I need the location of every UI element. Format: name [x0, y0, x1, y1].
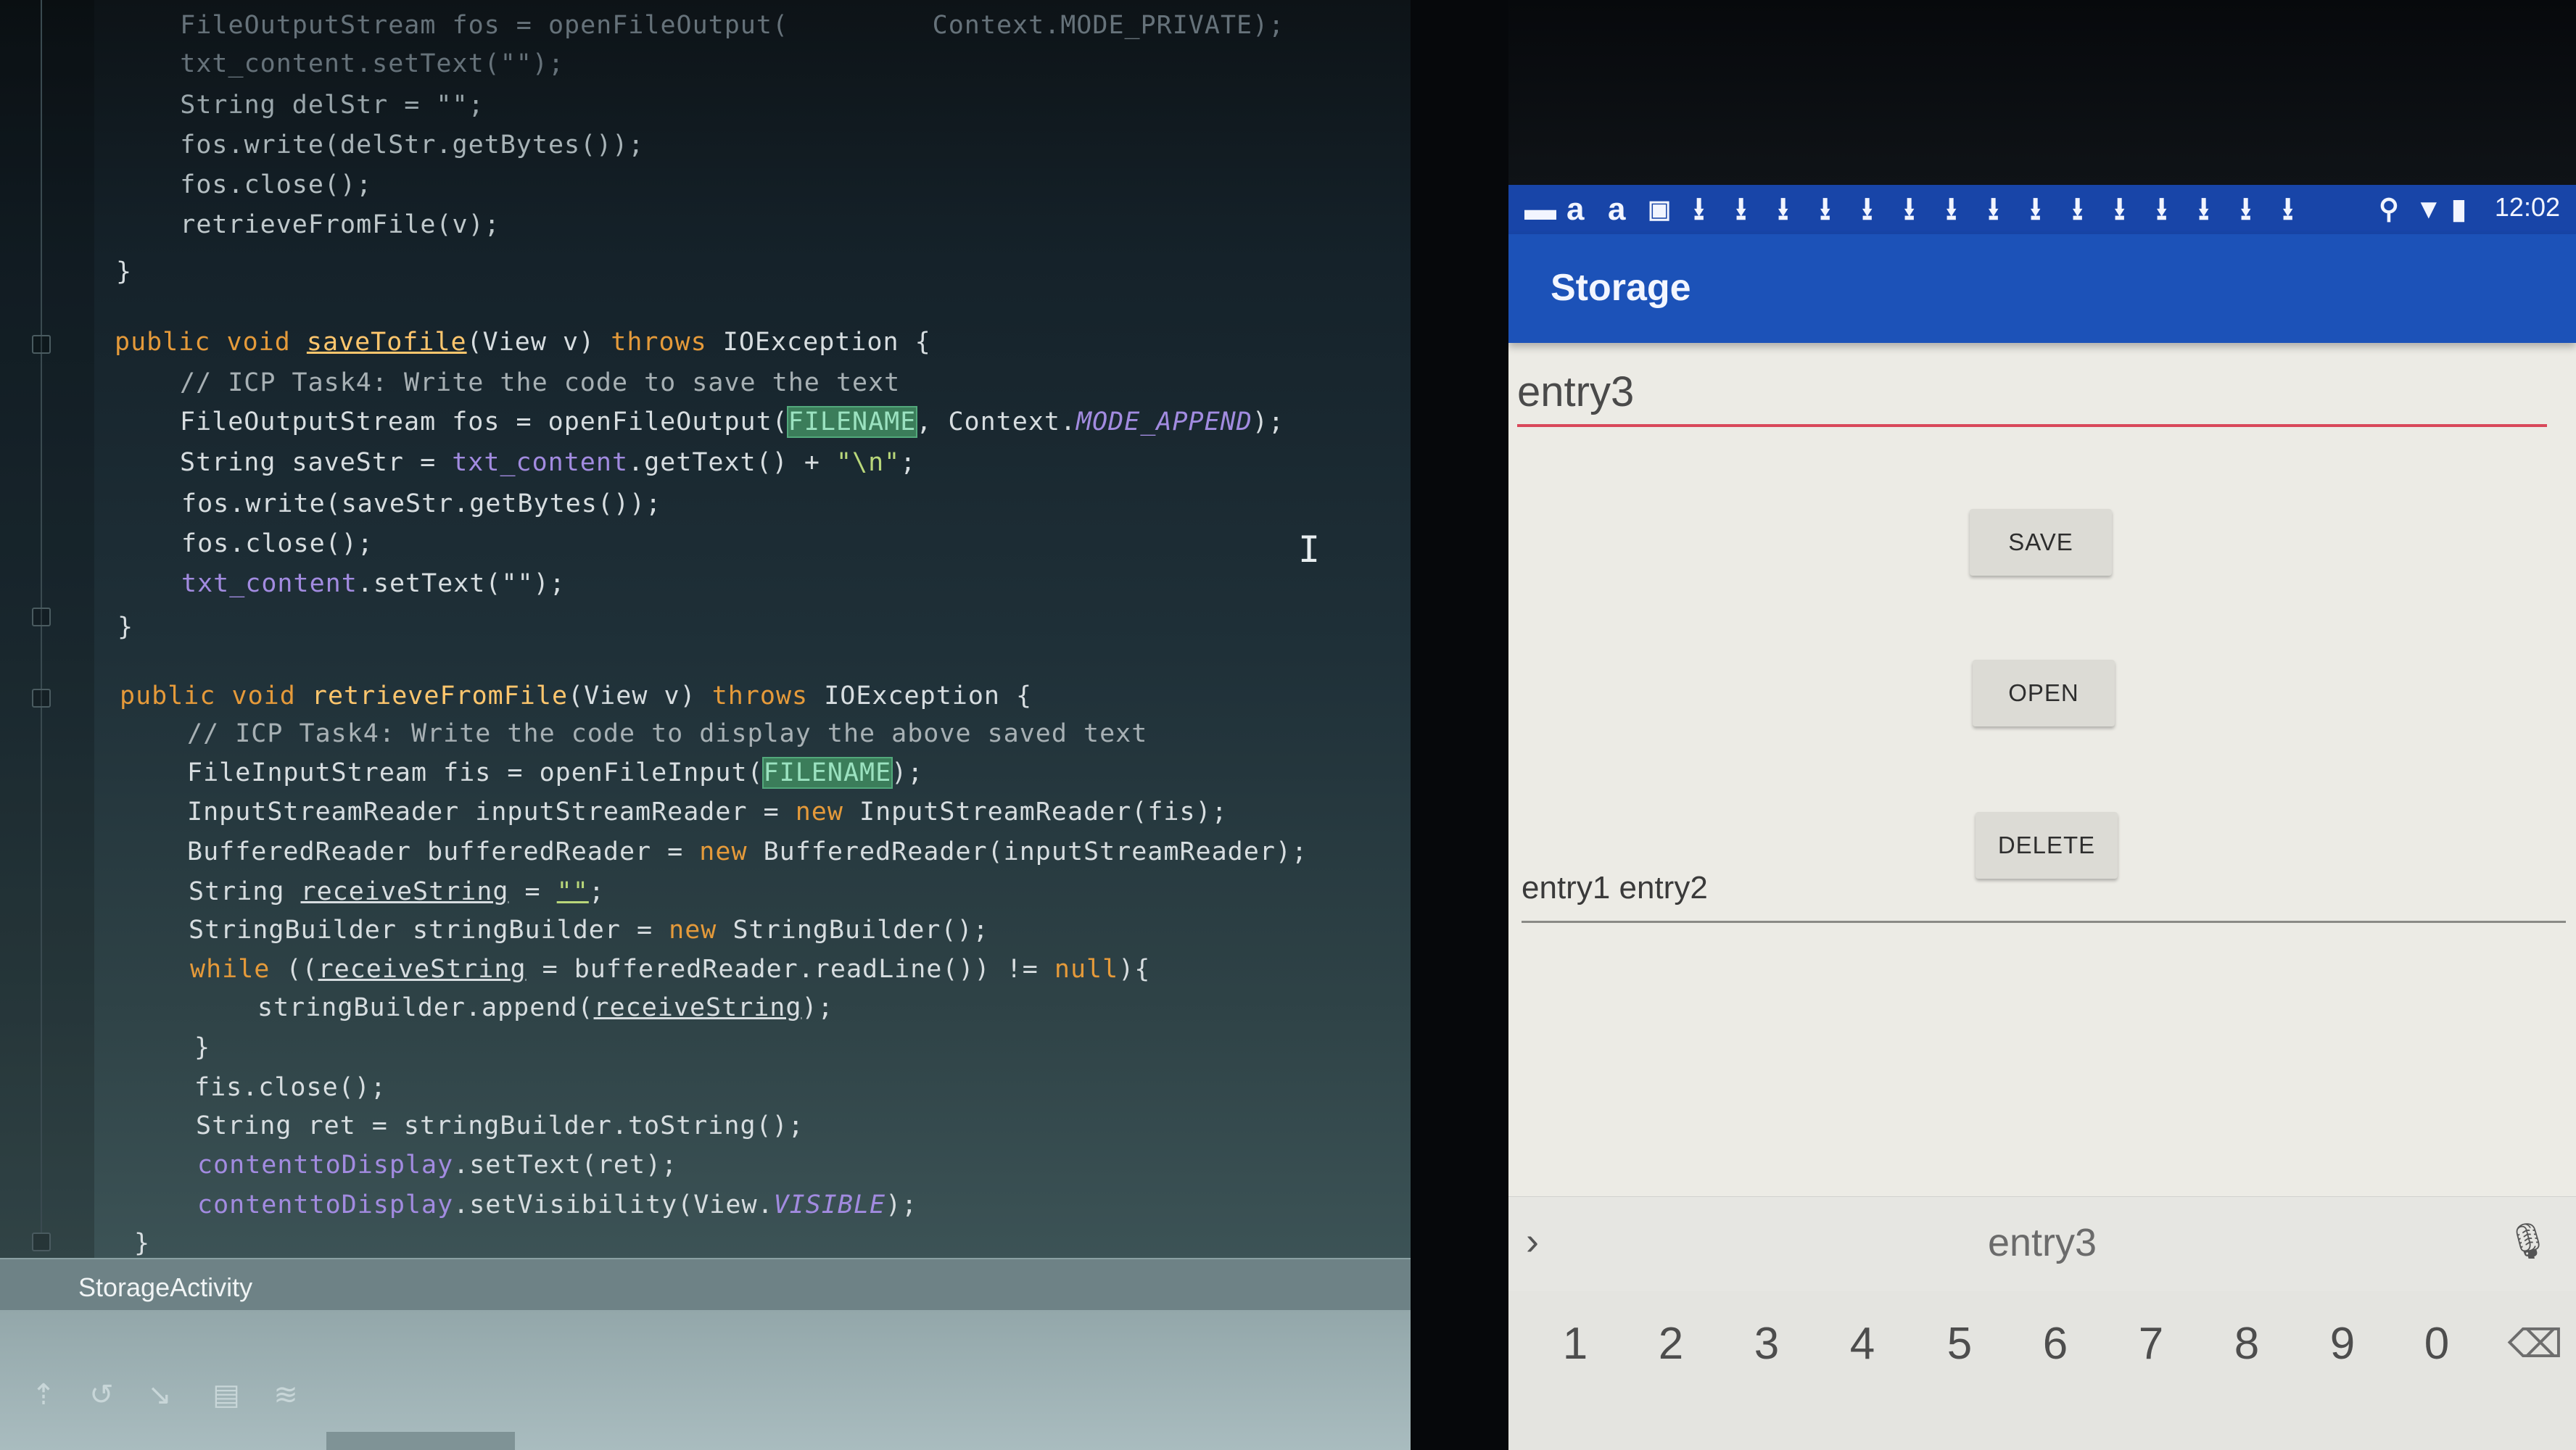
app-toolbar: Storage [1508, 234, 2576, 343]
code-line: fos.close(); [181, 529, 373, 558]
rerun-icon[interactable]: ↺ [86, 1379, 117, 1411]
code-line: FileOutputStream fos = openFileOutput(FI… [180, 406, 1284, 438]
key-3[interactable]: 3 [1738, 1318, 1796, 1370]
layout-icon[interactable]: ▤ [210, 1379, 242, 1411]
code-line: txt_content.setText(""); [116, 49, 565, 78]
status-clock: 12:02 [2494, 192, 2560, 222]
bottom-tab[interactable] [326, 1432, 515, 1450]
code-line: contenttoDisplay.setVisibility(View.VISI… [197, 1190, 918, 1219]
save-button[interactable]: SAVE [1970, 509, 2112, 576]
content-input[interactable] [1517, 359, 2547, 427]
fold-marker[interactable] [32, 608, 51, 626]
code-line: } [117, 613, 134, 642]
code-line: fos.write(saveStr.getBytes()); [181, 489, 662, 518]
code-line: String receiveString = ""; [189, 877, 605, 906]
download-icon: ⭳ [2114, 191, 2126, 227]
download-icon: ⭳ [1820, 191, 1831, 227]
download-icon: ⭳ [2240, 191, 2252, 227]
step-icon[interactable]: ↘ [144, 1379, 176, 1411]
tool-window-bar: ⇡ ↺ ↘ ▤ ≋ [0, 1310, 1411, 1450]
key-9[interactable]: 9 [2313, 1318, 2371, 1370]
upload-icon[interactable]: ⇡ [28, 1379, 59, 1411]
mic-icon[interactable]: 🎙 [2506, 1220, 2550, 1262]
battery-icon: ▮ [2451, 194, 2466, 225]
key-2[interactable]: 2 [1642, 1318, 1700, 1370]
code-line: stringBuilder.append(receiveString); [257, 993, 834, 1022]
method-signature-save: public void saveTofile(View v) throws IO… [115, 328, 931, 357]
gallery-icon: ▣ [1648, 196, 1672, 223]
key-6[interactable]: 6 [2026, 1318, 2084, 1370]
amazon-icon: a [1566, 191, 1585, 227]
download-icon: ⭳ [1693, 191, 1705, 227]
code-comment: // ICP Task4: Write the code to display … [187, 719, 1148, 748]
download-icon: ⭳ [2072, 191, 2084, 227]
editor-breadcrumb-bar: StorageActivity [0, 1258, 1411, 1312]
soft-keyboard: › entry3 🎙 1 2 3 4 5 6 7 8 9 0 ⌫ [1508, 1196, 2576, 1450]
backspace-icon[interactable]: ⌫ [2508, 1321, 2563, 1367]
message-icon: ▬ [1524, 191, 1556, 227]
method-signature-retrieve: public void retrieveFromFile(View v) thr… [120, 682, 1033, 710]
download-icon: ⭳ [1904, 191, 1915, 227]
download-icon: ⭳ [2198, 191, 2210, 227]
code-line: StringBuilder stringBuilder = new String… [189, 916, 989, 945]
download-icon: ⭳ [1946, 191, 1957, 227]
key-0[interactable]: 0 [2408, 1318, 2466, 1370]
content-display: entry1 entry2 [1522, 870, 2566, 923]
delete-button[interactable]: DELETE [1976, 812, 2118, 879]
code-comment: // ICP Task4: Write the code to save the… [180, 368, 901, 397]
fold-marker[interactable] [32, 1232, 51, 1251]
code-line: FileOutputStream fos = openFileOutput( C… [116, 11, 1285, 40]
suggestion-strip: › entry3 🎙 [1508, 1196, 2576, 1291]
code-line: } [116, 257, 133, 286]
code-line: } [134, 1229, 151, 1258]
device-bezel [1411, 0, 1508, 1450]
android-status-bar: ▬ a a ▣ ⭳ ⭳ ⭳ ⭳ ⭳ ⭳ ⭳ ⭳ ⭳ ⭳ ⭳ ⭳ ⭳ ⭳ ⭳ ⚲ … [1508, 185, 2576, 234]
code-line: contenttoDisplay.setText(ret); [197, 1151, 678, 1180]
download-icon: ⭳ [1862, 191, 1873, 227]
code-line: fos.close(); [116, 170, 373, 199]
code-line: BufferedReader bufferedReader = new Buff… [187, 837, 1308, 866]
download-icon: ⭳ [1735, 191, 1747, 227]
download-icon: ⭳ [2282, 191, 2294, 227]
open-button[interactable]: OPEN [1973, 660, 2115, 726]
key-5[interactable]: 5 [1931, 1318, 1989, 1370]
filename-highlight: FILENAME [786, 406, 918, 438]
code-line: String delStr = ""; [116, 91, 484, 120]
key-8[interactable]: 8 [2218, 1318, 2276, 1370]
code-line: String saveStr = txt_content.getText() +… [180, 448, 917, 477]
key-1[interactable]: 1 [1546, 1318, 1604, 1370]
fold-marker[interactable] [32, 689, 51, 708]
code-line: retrieveFromFile(v); [116, 210, 500, 239]
filename-highlight: FILENAME [761, 757, 893, 789]
class-name-label: StorageActivity [78, 1272, 253, 1302]
code-line: fis.close(); [194, 1073, 387, 1102]
settings-icon[interactable]: ≋ [270, 1379, 302, 1411]
code-line: FileInputStream fis = openFileInput(FILE… [187, 757, 924, 789]
fold-marker[interactable] [32, 335, 51, 354]
key-4[interactable]: 4 [1833, 1318, 1891, 1370]
wifi-icon: ▼ [2415, 194, 2443, 225]
download-icon: ⭳ [1778, 191, 1789, 227]
word-suggestion[interactable]: entry3 [1508, 1220, 2576, 1265]
editor-gutter [0, 0, 94, 1258]
code-line: } [194, 1033, 211, 1062]
code-line: txt_content.setText(""); [181, 569, 566, 598]
code-line: InputStreamReader inputStreamReader = ne… [187, 798, 1228, 826]
android-emulator-screen: ▬ a a ▣ ⭳ ⭳ ⭳ ⭳ ⭳ ⭳ ⭳ ⭳ ⭳ ⭳ ⭳ ⭳ ⭳ ⭳ ⭳ ⚲ … [1508, 185, 2576, 1450]
code-line: fos.write(delStr.getBytes()); [116, 130, 645, 160]
code-editor[interactable]: FileOutputStream fos = openFileOutput( C… [0, 0, 1411, 1450]
amazon-icon: a [1608, 191, 1626, 227]
device-bezel-top [1508, 0, 2576, 185]
code-line: String ret = stringBuilder.toString(); [196, 1111, 804, 1140]
download-icon: ⭳ [2156, 191, 2168, 227]
download-icon: ⭳ [2030, 191, 2042, 227]
location-icon: ⚲ [2379, 194, 2399, 225]
download-icon: ⭳ [1988, 191, 1999, 227]
code-line: while ((receiveString = bufferedReader.r… [190, 955, 1151, 984]
key-7[interactable]: 7 [2122, 1318, 2180, 1370]
text-cursor: I [1298, 529, 1321, 571]
app-title: Storage [1551, 267, 1691, 309]
